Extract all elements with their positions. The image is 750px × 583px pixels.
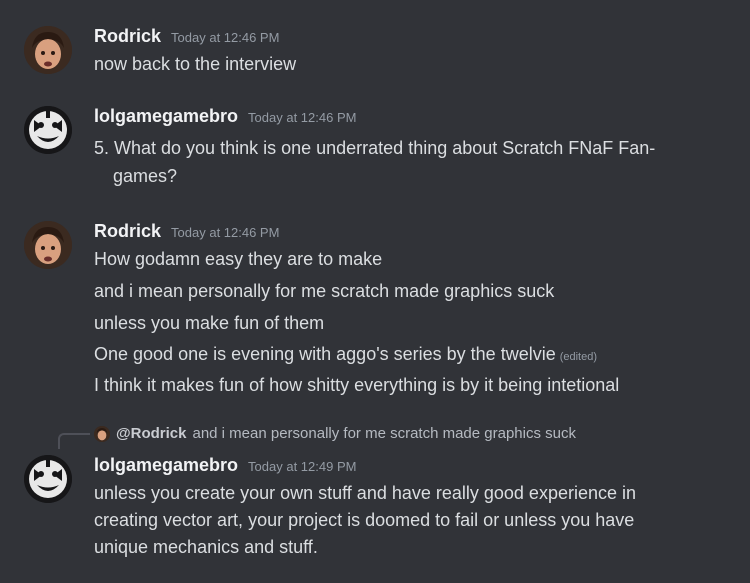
message-text: One good one is evening with aggo's seri… (94, 344, 597, 365)
message-text: unless you create your own stuff and hav… (94, 483, 637, 503)
username[interactable]: lolgamegamebro (94, 455, 238, 476)
message-text: How godamn easy they are to make (94, 249, 383, 269)
message-header: lolgamegamebro Today at 12:46 PM (94, 106, 356, 127)
message-text: 5. What do you think is one underrated t… (94, 138, 656, 158)
message-header: lolgamegamebro Today at 12:49 PM (94, 455, 356, 476)
message-text: games? (113, 166, 178, 186)
timestamp: Today at 12:46 PM (171, 225, 280, 240)
message-text: creating vector art, your project is doo… (94, 510, 635, 530)
username[interactable]: Rodrick (94, 221, 161, 242)
timestamp: Today at 12:46 PM (248, 110, 357, 125)
reply-text: and i mean personally for me scratch mad… (192, 425, 576, 442)
reply-preview[interactable]: @Rodrick and i mean personally for me sc… (94, 425, 576, 442)
user-avatar[interactable] (24, 221, 72, 269)
user-avatar[interactable] (24, 106, 72, 154)
message-text-content: One good one is evening with aggo's seri… (94, 344, 556, 364)
user-avatar[interactable] (24, 455, 72, 503)
reply-connector (58, 433, 90, 449)
message-header: Rodrick Today at 12:46 PM (94, 221, 279, 242)
message-header: Rodrick Today at 12:46 PM (94, 26, 279, 47)
edited-label: (edited) (559, 351, 598, 363)
message-text: I think it makes fun of how shitty every… (94, 375, 620, 395)
reply-mention[interactable]: @Rodrick (116, 425, 186, 442)
timestamp: Today at 12:49 PM (248, 459, 357, 474)
username[interactable]: lolgamegamebro (94, 106, 238, 127)
message-text: unless you make fun of them (94, 313, 325, 333)
timestamp: Today at 12:46 PM (171, 30, 280, 45)
username[interactable]: Rodrick (94, 26, 161, 47)
message-text: and i mean personally for me scratch mad… (94, 281, 555, 301)
message-text: unique mechanics and stuff. (94, 537, 318, 557)
user-avatar[interactable] (24, 26, 72, 74)
reply-avatar (94, 425, 110, 442)
message-text: now back to the interview (94, 54, 297, 74)
